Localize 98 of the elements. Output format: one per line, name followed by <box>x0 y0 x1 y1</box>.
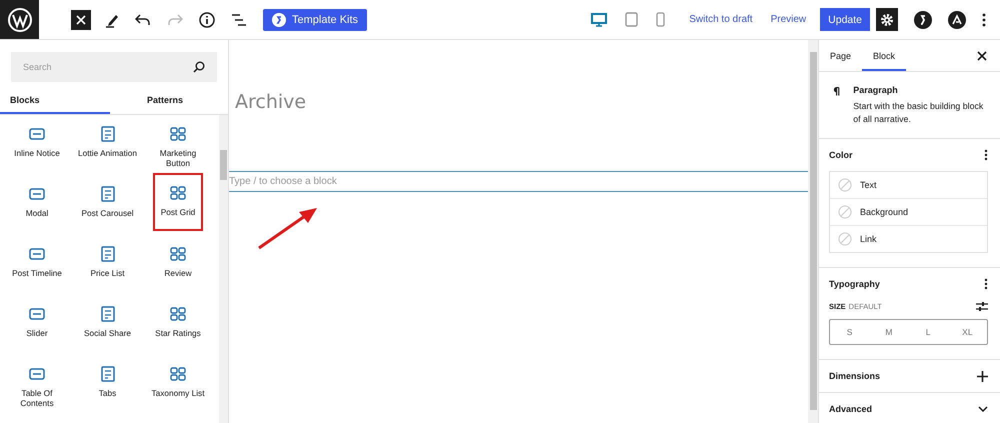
block-item[interactable]: Price List <box>74 241 140 297</box>
block-label: Slider <box>26 328 48 338</box>
plugin-logo-icon[interactable] <box>914 10 932 28</box>
desktop-icon[interactable] <box>591 12 608 26</box>
page-title[interactable]: Archive <box>235 91 306 113</box>
sliders-icon[interactable] <box>976 300 988 312</box>
annotation-arrow <box>257 206 319 250</box>
block-icon <box>169 366 187 382</box>
color-option[interactable]: Text <box>830 172 987 199</box>
color-option[interactable]: Link <box>830 226 987 252</box>
update-button[interactable]: Update <box>820 8 870 31</box>
font-size-option[interactable]: XL <box>948 320 987 344</box>
info-icon[interactable] <box>199 12 215 28</box>
paragraph-icon <box>833 85 840 98</box>
block-name: Paragraph <box>853 85 899 95</box>
settings-tab[interactable]: Block <box>862 40 906 71</box>
block-description: Start with the basic building block of all narrative. <box>853 100 984 126</box>
block-icon <box>28 246 46 262</box>
font-size-option[interactable]: M <box>869 320 908 344</box>
mobile-icon[interactable] <box>656 12 666 27</box>
close-icon[interactable] <box>977 50 987 60</box>
inserter-tab[interactable]: Blocks <box>0 86 110 114</box>
no-color-icon <box>838 232 852 246</box>
block-label: Modal <box>26 208 48 218</box>
panel-title: Color <box>829 150 852 160</box>
inserter-tab[interactable]: Patterns <box>110 86 220 114</box>
block-label: Post Timeline <box>12 268 62 278</box>
block-label: Inline Notice <box>14 148 60 158</box>
block-label: Taxonomy List <box>151 388 205 398</box>
panel-title[interactable]: Dimensions <box>829 371 880 381</box>
no-color-icon <box>838 178 852 192</box>
block-icon <box>28 366 46 382</box>
block-icon <box>28 186 46 202</box>
color-option[interactable]: Background <box>830 199 987 226</box>
search-input[interactable]: Search <box>21 61 193 73</box>
panel-title[interactable]: Advanced <box>829 404 872 414</box>
block-label: Marketing Button <box>158 148 198 168</box>
settings-tab[interactable]: Page <box>819 40 862 71</box>
more-options-icon[interactable] <box>982 12 986 26</box>
block-label: Price List <box>90 268 125 278</box>
block-item[interactable]: Post Grid <box>155 175 201 229</box>
chevron-icon[interactable] <box>978 406 988 412</box>
font-size-option[interactable]: L <box>908 320 948 344</box>
block-label: Review <box>164 268 192 278</box>
s-logo-icon <box>272 12 286 26</box>
block-icon <box>98 186 116 202</box>
template-kits-button[interactable]: Template Kits <box>263 8 368 30</box>
undo-icon[interactable] <box>135 14 151 26</box>
block-icon <box>169 126 187 142</box>
block-label: Social Share <box>84 328 132 338</box>
block-icon <box>169 246 187 262</box>
list-view-icon[interactable] <box>231 12 247 26</box>
close-icon <box>76 14 86 24</box>
block-item[interactable]: Tabs <box>74 361 140 417</box>
block-icon <box>98 246 116 262</box>
block-label: Table Of Contents <box>19 388 55 408</box>
block-item[interactable]: Taxonomy List <box>145 361 211 417</box>
block-label: Tabs <box>98 388 116 398</box>
settings-button[interactable] <box>876 8 898 31</box>
more-options-icon[interactable] <box>984 278 988 290</box>
block-item[interactable]: Review <box>145 241 211 297</box>
search-field[interactable]: Search <box>11 52 217 82</box>
settings-icon <box>880 12 894 26</box>
block-item[interactable]: Inline Notice <box>4 121 70 177</box>
switch-to-draft-button[interactable]: Switch to draft <box>689 14 753 25</box>
block-item[interactable]: Slider <box>4 301 70 357</box>
block-item[interactable]: Modal <box>4 181 70 237</box>
search-icon <box>193 61 205 73</box>
no-color-icon <box>838 205 852 219</box>
block-label: Lottie Animation <box>78 148 138 158</box>
block-icon <box>98 306 116 322</box>
close-button[interactable] <box>71 10 91 30</box>
wordpress-logo-icon <box>8 8 32 32</box>
block-icon <box>98 126 116 142</box>
block-icon <box>169 185 187 201</box>
tablet-icon[interactable] <box>625 12 638 27</box>
scrollbar[interactable] <box>219 115 228 423</box>
block-icon <box>28 126 46 142</box>
panel-title: Typography <box>829 279 880 289</box>
block-item[interactable]: Social Share <box>74 301 140 357</box>
more-options-icon[interactable] <box>984 149 988 161</box>
block-icon <box>28 306 46 322</box>
block-label: Post Grid <box>160 207 196 217</box>
block-icon <box>169 306 187 322</box>
block-item[interactable]: Table Of Contents <box>4 361 70 417</box>
wordpress-logo-button[interactable] <box>0 0 39 39</box>
block-icon <box>98 366 116 382</box>
plus-icon[interactable] <box>977 370 988 382</box>
block-item[interactable]: Marketing Button <box>145 121 211 177</box>
block-item[interactable]: Post Carousel <box>74 181 140 237</box>
block-item[interactable]: Star Ratings <box>145 301 211 357</box>
preview-button[interactable]: Preview <box>770 14 806 25</box>
scrollbar[interactable] <box>808 40 818 423</box>
block-item[interactable]: Lottie Animation <box>74 121 140 177</box>
block-label: Post Carousel <box>81 208 134 218</box>
font-size-option[interactable]: S <box>830 320 870 344</box>
block-label: Star Ratings <box>155 328 201 338</box>
block-item[interactable]: Post Timeline <box>4 241 70 297</box>
